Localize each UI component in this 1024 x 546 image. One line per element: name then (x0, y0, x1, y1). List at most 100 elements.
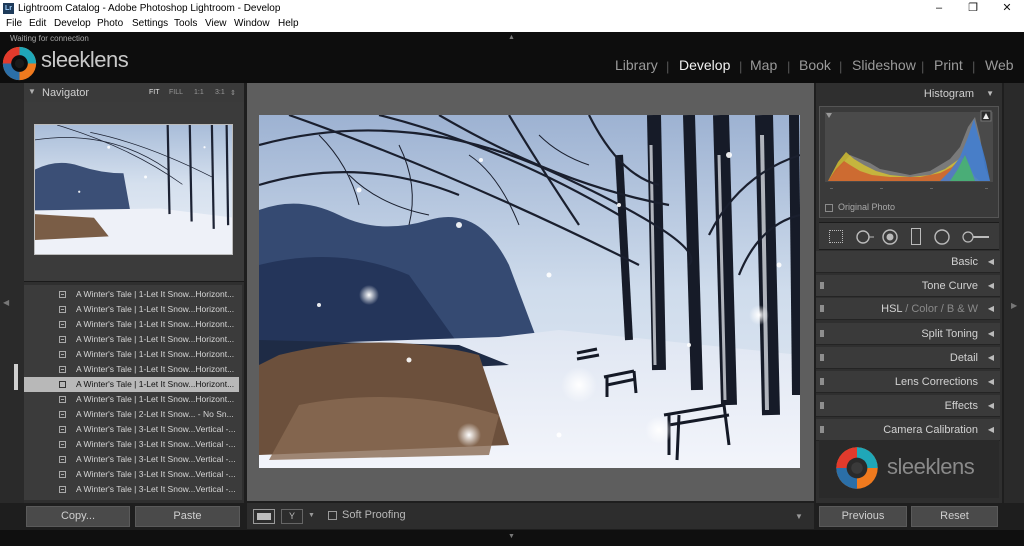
panel-camera-calibration[interactable]: Camera Calibration ◀ (816, 419, 1000, 441)
module-web[interactable]: Web (985, 57, 1014, 73)
close-button[interactable]: ✕ (990, 0, 1024, 17)
bw-tab[interactable]: B & W (947, 303, 978, 315)
minimize-button[interactable]: – (922, 0, 956, 17)
maximize-button[interactable]: ❐ (956, 0, 990, 17)
snapshot-list-item[interactable]: A Winter's Tale | 1-Let It Snow...Horizo… (24, 332, 239, 347)
snapshot-list-item[interactable]: A Winter's Tale | 1-Let It Snow...Horizo… (24, 362, 239, 377)
panel-switch-icon[interactable] (820, 305, 824, 312)
snapshot-list-item[interactable]: A Winter's Tale | 1-Let It Snow...Horizo… (24, 347, 239, 362)
panel-tone-curve[interactable]: Tone Curve ◀ (816, 275, 1000, 297)
snapshot-list-item[interactable]: A Winter's Tale | 3-Let It Snow...Vertic… (24, 467, 239, 482)
original-photo-checkbox[interactable] (825, 204, 833, 212)
menu-photo[interactable]: Photo (97, 18, 123, 29)
menu-window[interactable]: Window (234, 18, 270, 29)
snapshot-label: A Winter's Tale | 3-Let It Snow...Vertic… (76, 439, 236, 449)
zoom-fit[interactable]: FIT (149, 89, 160, 96)
snapshot-label: A Winter's Tale | 3-Let It Snow...Vertic… (76, 424, 236, 434)
crop-overlay-tool-icon[interactable] (829, 230, 843, 243)
panel-hsl[interactable]: HSL / Color / B & W ◀ (816, 298, 1000, 320)
panel-collapse-triangle-icon[interactable]: ▼ (28, 87, 36, 96)
menu-file[interactable]: File (6, 18, 22, 29)
reset-button[interactable]: Reset (911, 506, 998, 527)
module-map[interactable]: Map (750, 57, 777, 73)
expand-triangle-icon[interactable]: ◀ (988, 257, 994, 266)
expand-triangle-icon[interactable]: ◀ (988, 353, 994, 362)
adjustment-brush-tool-icon[interactable] (961, 230, 991, 244)
main-photo[interactable] (259, 115, 800, 468)
zoom-1-1[interactable]: 1:1 (194, 89, 204, 96)
red-eye-tool-icon[interactable] (881, 228, 899, 246)
zoom-fill[interactable]: FILL (169, 89, 183, 96)
snapshot-icon (59, 486, 66, 493)
zoom-3-1[interactable]: 3:1 (215, 89, 225, 96)
snapshot-list-item[interactable]: A Winter's Tale | 3-Let It Snow...Vertic… (24, 437, 239, 452)
snapshot-list-item[interactable]: A Winter's Tale | 3-Let It Snow...Vertic… (24, 422, 239, 437)
soft-proofing-checkbox[interactable] (328, 511, 337, 520)
expand-triangle-icon[interactable]: ◀ (988, 377, 994, 386)
menu-help[interactable]: Help (278, 18, 299, 29)
snapshot-list-item[interactable]: A Winter's Tale | 1-Let It Snow...Horizo… (24, 302, 239, 317)
graduated-filter-tool-icon[interactable] (911, 228, 921, 245)
snapshot-list-item[interactable]: A Winter's Tale | 1-Let It Snow...Horizo… (24, 377, 239, 392)
snapshot-icon (59, 456, 66, 463)
expand-triangle-icon[interactable]: ◀ (988, 401, 994, 410)
paste-settings-button[interactable]: Paste (135, 506, 240, 527)
snapshot-list-item[interactable]: A Winter's Tale | 1-Let It Snow...Horizo… (24, 392, 239, 407)
radial-filter-tool-icon[interactable] (933, 228, 951, 246)
panel-lens-corrections[interactable]: Lens Corrections ◀ (816, 371, 1000, 393)
module-print[interactable]: Print (934, 57, 963, 73)
menu-view[interactable]: View (205, 18, 227, 29)
expand-triangle-icon[interactable]: ◀ (988, 304, 994, 313)
panel-detail-label: Detail (949, 352, 978, 364)
toolbar-options-dropdown-icon[interactable]: ▼ (795, 512, 803, 521)
navigator-header[interactable]: ▼ Navigator FIT FILL 1:1 3:1 ⇕ (24, 83, 244, 102)
snapshot-list-item[interactable]: A Winter's Tale | 2-Let It Snow... - No … (24, 407, 239, 422)
collapse-left-panel-icon[interactable]: ◀ (3, 298, 9, 307)
panel-camera-calibration-label: Camera Calibration (883, 424, 978, 436)
snapshot-list-item[interactable]: A Winter's Tale | 3-Let It Snow...Vertic… (24, 452, 239, 467)
module-library[interactable]: Library (615, 57, 658, 73)
expand-filmstrip-icon[interactable]: ▼ (508, 533, 515, 540)
panel-effects[interactable]: Effects ◀ (816, 395, 1000, 417)
view-mode-dropdown-icon[interactable]: ▼ (308, 512, 315, 519)
copy-settings-button[interactable]: Copy... (26, 506, 130, 527)
histogram[interactable]: Original Photo (819, 106, 999, 218)
panel-switch-icon[interactable] (820, 330, 824, 337)
panel-detail[interactable]: Detail ◀ (816, 347, 1000, 369)
snapshot-list-item[interactable]: A Winter's Tale | 1-Let It Snow...Horizo… (24, 287, 239, 302)
snapshot-list-item[interactable]: A Winter's Tale | 3-Let It Snow...Vertic… (24, 482, 239, 497)
loupe-view-icon[interactable] (253, 509, 275, 524)
panel-split-toning[interactable]: Split Toning ◀ (816, 323, 1000, 345)
collapse-right-panel-icon[interactable]: ▶ (1011, 301, 1017, 310)
panel-basic[interactable]: Basic ◀ (816, 251, 1000, 273)
menu-tools[interactable]: Tools (174, 18, 197, 29)
panel-collapse-triangle-icon[interactable]: ▼ (986, 89, 994, 98)
module-slideshow[interactable]: Slideshow (852, 57, 916, 73)
panel-switch-icon[interactable] (820, 378, 824, 385)
panel-switch-icon[interactable] (820, 426, 824, 433)
filelist-scrollbar-thumb[interactable] (14, 364, 18, 390)
zoom-dropdown-icon[interactable]: ⇕ (230, 89, 236, 97)
previous-button[interactable]: Previous (819, 506, 907, 527)
expand-triangle-icon[interactable]: ◀ (988, 329, 994, 338)
menu-develop[interactable]: Develop (54, 18, 91, 29)
hsl-tab[interactable]: HSL (881, 303, 902, 315)
histogram-header[interactable]: Histogram ▼ (816, 83, 1002, 104)
panel-switch-icon[interactable] (820, 282, 824, 289)
menu-edit[interactable]: Edit (29, 18, 46, 29)
expand-triangle-icon[interactable]: ◀ (988, 281, 994, 290)
panel-switch-icon[interactable] (820, 354, 824, 361)
color-tab[interactable]: Color (911, 303, 937, 315)
panel-switch-icon[interactable] (820, 402, 824, 409)
spot-removal-tool-icon[interactable] (855, 228, 875, 246)
module-develop[interactable]: Develop (679, 57, 730, 73)
snapshot-icon (59, 291, 66, 298)
module-book[interactable]: Book (799, 57, 831, 73)
navigator-thumbnail[interactable] (34, 124, 233, 255)
expand-triangle-icon[interactable]: ◀ (988, 425, 994, 434)
menu-settings[interactable]: Settings (132, 18, 168, 29)
collapse-top-panel-icon[interactable]: ▲ (508, 34, 515, 41)
snapshot-list-item[interactable]: A Winter's Tale | 1-Let It Snow...Horizo… (24, 317, 239, 332)
snapshot-icon (59, 411, 66, 418)
before-after-view-icon[interactable]: Y (281, 509, 303, 524)
